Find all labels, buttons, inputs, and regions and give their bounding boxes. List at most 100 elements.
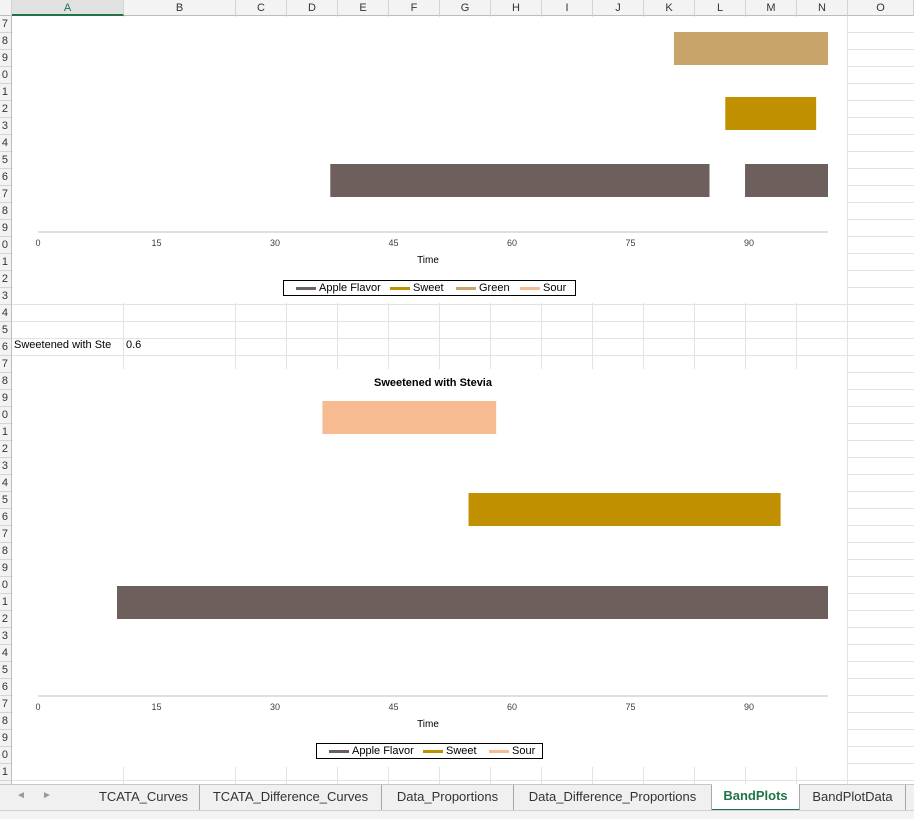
sheet-tab-bar: ◄ ► TCATA_Curves TCATA_Difference_Curves D… (0, 784, 914, 811)
column-header-i[interactable]: I (542, 0, 593, 16)
legend-label-apple-flavor: Apple Flavor (352, 745, 414, 757)
row-header[interactable]: 3 (0, 458, 12, 475)
x-tick-label: 60 (507, 238, 517, 248)
row-header[interactable]: 9 (0, 730, 12, 747)
column-header-o[interactable]: O (848, 0, 914, 16)
row-header[interactable]: 4 (0, 475, 12, 492)
column-header-g[interactable]: G (440, 0, 491, 16)
row-header[interactable]: 8 (0, 33, 12, 50)
column-header-j[interactable]: J (593, 0, 644, 16)
legend-swatch-green (456, 287, 476, 290)
sheet-tab-tcata-difference-curves[interactable]: TCATA_Difference_Curves (200, 785, 382, 810)
row-header[interactable]: 0 (0, 577, 12, 594)
row-header[interactable]: 1 (0, 254, 12, 271)
next-sheet-arrow-icon[interactable]: ► (42, 790, 52, 801)
band-plot-2-svg: Sweetened with Stevia 0 15 30 45 60 75 90 Time (35, 377, 828, 730)
sheet-tab-bandplotdata[interactable]: BandPlotData (800, 785, 906, 810)
row-header[interactable]: 6 (0, 679, 12, 696)
column-header-k[interactable]: K (644, 0, 695, 16)
cell-b-value[interactable]: 0.6 (126, 337, 186, 353)
legend-swatch-sour (520, 287, 540, 290)
column-header-d[interactable]: D (287, 0, 338, 16)
prev-sheet-arrow-icon[interactable]: ◄ (16, 790, 26, 801)
row-header[interactable]: 4 (0, 645, 12, 662)
row-header[interactable]: 9 (0, 50, 12, 67)
row-header[interactable]: 7 (0, 696, 12, 713)
row-header[interactable]: 6 (0, 169, 12, 186)
row-header[interactable]: 0 (0, 747, 12, 764)
row-header[interactable]: 6 (0, 509, 12, 526)
row-header[interactable]: 0 (0, 237, 12, 254)
legend-label-sweet: Sweet (446, 745, 477, 757)
sheet-tab-bandplots[interactable]: BandPlots (712, 784, 800, 811)
row-header[interactable]: 1 (0, 594, 12, 611)
row-header[interactable]: 8 (0, 713, 12, 730)
row-header[interactable]: 3 (0, 288, 12, 305)
row-header[interactable]: 3 (0, 118, 12, 135)
row-header[interactable]: 3 (0, 628, 12, 645)
row-header[interactable]: 9 (0, 560, 12, 577)
row-header[interactable]: 0 (0, 407, 12, 424)
legend-label-sweet: Sweet (413, 282, 444, 294)
legend-swatch-apple-flavor (329, 750, 349, 753)
row-header[interactable]: 8 (0, 373, 12, 390)
column-header-m[interactable]: M (746, 0, 797, 16)
band-bar-sour (322, 401, 497, 434)
row-gridline (12, 355, 914, 356)
row-header[interactable]: 5 (0, 152, 12, 169)
row-header[interactable]: 1 (0, 424, 12, 441)
cell-a-sweetened-label[interactable]: Sweetened with Ste (14, 337, 122, 353)
row-header[interactable]: 7 (0, 356, 12, 373)
band-bar-green (673, 32, 828, 65)
row-header[interactable]: 2 (0, 611, 12, 628)
row-header[interactable]: 5 (0, 492, 12, 509)
x-tick-label: 75 (625, 702, 635, 712)
row-header[interactable]: 4 (0, 305, 12, 322)
x-tick-label: 30 (270, 238, 280, 248)
row-header[interactable]: 2 (0, 271, 12, 288)
row-header[interactable]: 9 (0, 390, 12, 407)
row-header[interactable]: 0 (0, 67, 12, 84)
x-tick-label: 0 (35, 238, 40, 248)
legend-swatch-sweet (390, 287, 410, 290)
sheet-tab-tcata-curves[interactable]: TCATA_Curves (88, 785, 200, 810)
x-tick-label: 90 (744, 702, 754, 712)
row-header[interactable]: 6 (0, 339, 12, 356)
x-tick-label: 15 (151, 702, 161, 712)
row-header[interactable]: 9 (0, 220, 12, 237)
spreadsheet-grid[interactable]: ABCDEFGHIJKLMNO 789012345678901234567890… (0, 0, 914, 818)
row-gridline (12, 780, 914, 781)
band-plot-chart-2[interactable]: Sweetened with Stevia 0 15 30 45 60 75 90 Time A… (13, 369, 847, 767)
legend-label-green: Green (479, 282, 510, 294)
x-tick-label: 45 (388, 238, 398, 248)
column-header-h[interactable]: H (491, 0, 542, 16)
column-header-b[interactable]: B (124, 0, 236, 16)
row-header[interactable]: 7 (0, 186, 12, 203)
column-header-f[interactable]: F (389, 0, 440, 16)
row-gridline (12, 321, 914, 322)
legend-label-sour: Sour (512, 745, 536, 757)
row-header[interactable]: 1 (0, 764, 12, 781)
row-header[interactable]: 4 (0, 135, 12, 152)
row-header[interactable]: 7 (0, 16, 12, 33)
row-header[interactable]: 5 (0, 662, 12, 679)
row-header[interactable]: 2 (0, 101, 12, 118)
sheet-tab-data-proportions[interactable]: Data_Proportions (382, 785, 514, 810)
column-header-a[interactable]: A (12, 0, 124, 16)
row-header[interactable]: 2 (0, 441, 12, 458)
row-header[interactable]: 8 (0, 543, 12, 560)
band-bar-sweet (725, 97, 817, 130)
band-plot-chart-1[interactable]: 0 15 30 45 60 75 90 Time Apple Flavor Sweet Green… (13, 17, 847, 303)
column-gridline (847, 16, 848, 784)
select-all-corner[interactable] (0, 0, 12, 16)
row-header[interactable]: 1 (0, 84, 12, 101)
sheet-tab-data-difference-proportions[interactable]: Data_Difference_Proportions (514, 785, 712, 810)
column-header-c[interactable]: C (236, 0, 287, 16)
column-header-e[interactable]: E (338, 0, 389, 16)
column-header-l[interactable]: L (695, 0, 746, 16)
row-header[interactable]: 7 (0, 526, 12, 543)
legend-swatch-sweet (423, 750, 443, 753)
row-header[interactable]: 5 (0, 322, 12, 339)
row-header[interactable]: 8 (0, 203, 12, 220)
column-header-n[interactable]: N (797, 0, 848, 16)
